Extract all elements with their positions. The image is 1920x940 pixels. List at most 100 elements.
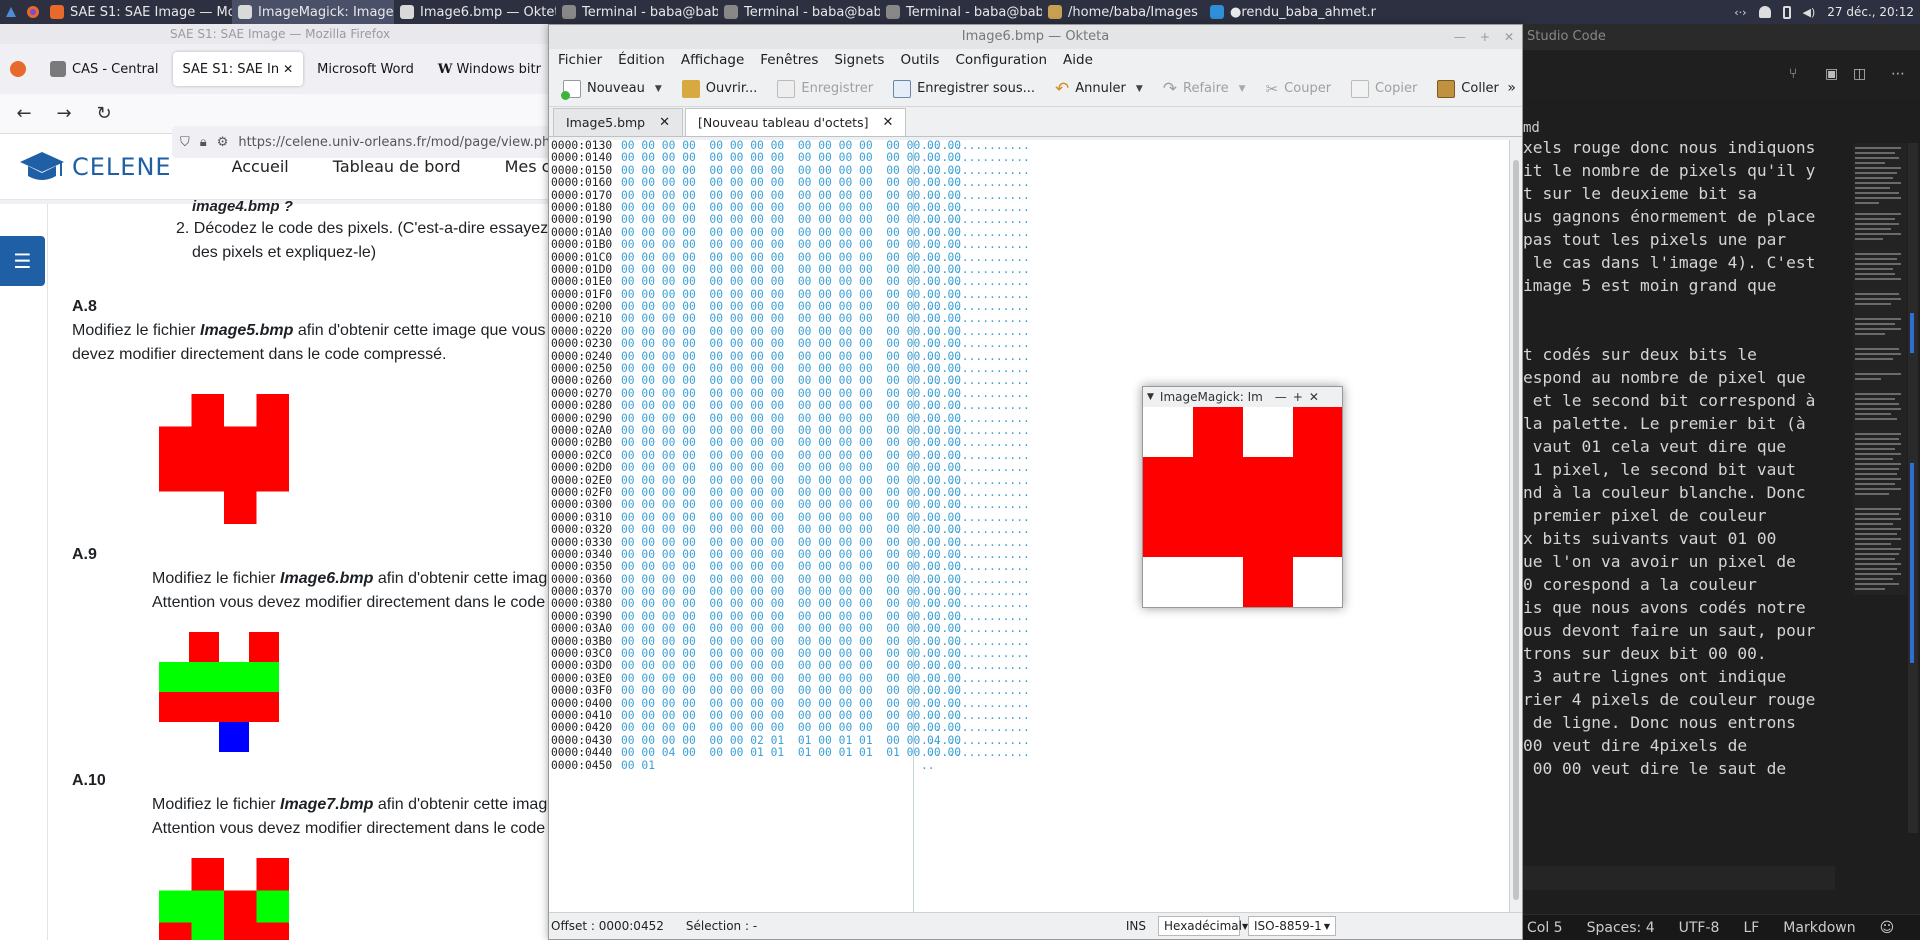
split-editor-icon[interactable]: ◫ (1853, 66, 1869, 82)
hex-bytes-row[interactable]: 00 00 00 00 00 00 00 00 00 00 00 00 00 0… (621, 375, 961, 388)
editor-line[interactable] (1523, 297, 1833, 320)
hex-chars-row[interactable]: ................ (921, 721, 1031, 734)
undo-button[interactable]: ↶ Annuler ▼ (1047, 74, 1151, 104)
charset-select[interactable]: ISO-8859-1 ▼ (1248, 916, 1336, 936)
notification-bell-icon[interactable] (1758, 6, 1771, 18)
hex-bytes-row[interactable]: 00 00 00 00 00 00 00 00 00 00 00 00 00 0… (621, 721, 961, 734)
markdown-editor[interactable]: xels rouge donc nous indiquons it le nomb… (1523, 136, 1833, 836)
paste-button[interactable]: Coller (1429, 74, 1507, 104)
url-text[interactable]: https://celene.univ-orleans.fr/mod/page/… (238, 135, 550, 150)
insert-mode-status[interactable]: INS (1126, 919, 1146, 933)
app-menu-icon[interactable] (0, 0, 22, 24)
minimize-icon[interactable]: — (1275, 390, 1287, 404)
hex-bytes-row[interactable]: 00 00 00 00 00 00 00 00 00 00 00 00 00 0… (621, 337, 961, 350)
hex-chars-row[interactable]: ................ (921, 461, 1031, 474)
hex-chars-row[interactable]: ................ (921, 684, 1031, 697)
forward-arrow-icon[interactable]: → (54, 103, 74, 124)
hex-bytes-row[interactable]: 00 00 00 00 00 00 00 00 00 00 00 00 00 0… (621, 560, 961, 573)
taskbar-task[interactable]: Terminal - baba@baba-Virtu... (880, 0, 1042, 24)
hex-bytes-row[interactable]: 00 00 00 00 00 00 00 00 00 00 00 00 00 0… (621, 660, 961, 673)
editor-scrollbar[interactable] (1908, 143, 1918, 833)
byte-column[interactable]: 00 00 00 00 00 00 00 00 00 00 00 00 00 0… (621, 140, 961, 772)
hex-bytes-row[interactable]: 00 00 00 00 00 00 00 00 00 00 00 00 00 0… (621, 461, 961, 474)
editor-line[interactable]: ous devont faire un saut, pour (1523, 619, 1833, 642)
taskbar-task[interactable]: ImageMagick: Image6.bmp (232, 0, 394, 24)
hex-bytes-row[interactable]: 00 00 00 00 00 00 00 00 00 00 00 00 00 0… (621, 598, 961, 611)
editor-line[interactable]: vaut 01 cela veut dire que (1523, 435, 1833, 458)
new-button[interactable]: Nouveau ▼ (555, 74, 670, 104)
hex-chars-row[interactable]: ................ (921, 313, 1031, 326)
nav-accueil[interactable]: Accueil (232, 157, 289, 176)
tracking-shield-icon[interactable]: ⛉ (180, 135, 190, 150)
menu-fichier[interactable]: Fichier (558, 52, 602, 68)
menu-outils[interactable]: Outils (900, 52, 939, 68)
hex-chars-row[interactable]: ................ (921, 213, 1031, 226)
hex-bytes-row[interactable]: 00 00 04 00 00 00 01 01 01 00 01 01 01 0… (621, 746, 961, 759)
editor-line[interactable]: t sur le deuxieme bit sa (1523, 182, 1833, 205)
hex-bytes-row[interactable]: 00 00 00 00 00 00 00 00 00 00 00 00 00 0… (621, 151, 961, 164)
firefox-tab-word[interactable]: Microsoft Word (307, 52, 424, 86)
editor-line[interactable]: ue l'on va avoir un pixel de (1523, 550, 1833, 573)
close-tab-icon[interactable]: ✕ (659, 115, 670, 130)
copy-button[interactable]: Copier (1343, 74, 1425, 104)
breadcrumb-filename[interactable]: md (1523, 120, 1540, 136)
hex-chars-row[interactable]: ................ (921, 337, 1031, 350)
lock-icon[interactable]: 🔒︎ (200, 135, 207, 150)
hex-chars-row[interactable]: ................ (921, 523, 1031, 536)
editor-line[interactable]: image 5 est moin grand que (1523, 274, 1833, 297)
hex-chars-row[interactable]: ................ (921, 238, 1031, 251)
hex-bytes-row[interactable]: 00 00 00 00 00 00 00 00 00 00 00 00 00 0… (621, 238, 961, 251)
toolbar-overflow-icon[interactable]: » (1507, 80, 1516, 96)
hex-editor-view[interactable]: 0000:0130 0000:0140 0000:0150 0000:0160 0000… (549, 140, 1511, 914)
indentation[interactable]: Spaces: 4 (1587, 920, 1655, 936)
vertical-scrollbar[interactable] (1509, 140, 1522, 914)
editor-line[interactable]: it le nombre de pixels qu'il y (1523, 159, 1833, 182)
editor-line[interactable] (1523, 320, 1833, 343)
clock[interactable]: 27 déc., 20:12 (1827, 5, 1914, 19)
chevron-down-icon[interactable]: ▼ (655, 84, 662, 94)
hex-chars-row[interactable]: .. (921, 759, 1031, 772)
editor-line[interactable]: 00 veut dire 4pixels de (1523, 734, 1833, 757)
more-actions-icon[interactable]: ⋯ (1891, 66, 1907, 82)
hex-chars-row[interactable]: ................ (921, 498, 1031, 511)
value-coding-select[interactable]: Hexadécimal ▼ (1158, 916, 1248, 936)
menu-fenetres[interactable]: Fenêtres (760, 52, 818, 68)
firefox-tab-sae[interactable]: SAE S1: SAE In ✕ (172, 52, 304, 86)
hex-chars-row[interactable]: ................ (921, 275, 1031, 288)
hex-bytes-row[interactable]: 00 00 00 00 00 00 00 00 00 00 00 00 00 0… (621, 498, 961, 511)
editor-line[interactable]: 1 pixel, le second bit vaut (1523, 458, 1833, 481)
maximize-icon[interactable]: + (1293, 390, 1303, 404)
end-of-line[interactable]: LF (1743, 920, 1759, 936)
hex-chars-row[interactable]: ................ (921, 151, 1031, 164)
taskbar-task[interactable]: Terminal - baba@baba-Virtu... (556, 0, 718, 24)
tab-image5[interactable]: Image5.bmp ✕ (553, 108, 684, 136)
editor-line[interactable]: 0 corespond a la couleur (1523, 573, 1833, 596)
redo-button[interactable]: ↷ Refaire ▼ (1155, 74, 1254, 104)
menu-aide[interactable]: Aide (1063, 52, 1093, 68)
editor-line[interactable]: la palette. Le premier bit (à (1523, 412, 1833, 435)
feedback-icon[interactable]: ☺ (1880, 920, 1895, 936)
tab-new-byte-array[interactable]: [Nouveau tableau d'octets] ✕ (685, 108, 907, 136)
course-index-toggle-icon[interactable]: ☰ (0, 236, 45, 286)
open-preview-icon[interactable]: ▣ (1825, 66, 1841, 82)
editor-line[interactable]: rier 4 pixels de couleur rouge (1523, 688, 1833, 711)
hex-chars-row[interactable]: ................ (921, 436, 1031, 449)
menu-affichage[interactable]: Affichage (681, 52, 744, 68)
reload-icon[interactable]: ↻ (94, 103, 114, 124)
hex-chars-row[interactable]: ................ (921, 399, 1031, 412)
editor-line[interactable]: x bits suivants vaut 01 00 (1523, 527, 1833, 550)
hex-bytes-row[interactable]: 00 01 (621, 759, 911, 772)
battery-icon[interactable] (1782, 5, 1791, 19)
editor-line[interactable]: t codés sur deux bits le (1523, 343, 1833, 366)
maximize-icon[interactable]: + (1480, 25, 1490, 49)
firefox-tabs-menu-icon[interactable] (6, 52, 36, 86)
taskbar-task[interactable]: Image6.bmp — Okteta (394, 0, 556, 24)
hex-bytes-row[interactable]: 00 00 00 00 00 00 00 00 00 00 00 00 00 0… (621, 523, 961, 536)
url-bar[interactable]: ⛉ 🔒︎ ⚙ https://celene.univ-orleans.fr/mo… (172, 126, 560, 158)
hex-chars-row[interactable]: ................ (921, 598, 1031, 611)
editor-line[interactable]: espond au nombre de pixel que (1523, 366, 1833, 389)
firefox-tab-windows-bitmap[interactable]: W Windows bitr (428, 52, 551, 86)
editor-line[interactable]: et le second bit correspond à (1523, 389, 1833, 412)
hex-bytes-row[interactable]: 00 00 00 00 00 00 00 00 00 00 00 00 00 0… (621, 313, 961, 326)
editor-line[interactable]: le cas dans l'image 4). C'est (1523, 251, 1833, 274)
